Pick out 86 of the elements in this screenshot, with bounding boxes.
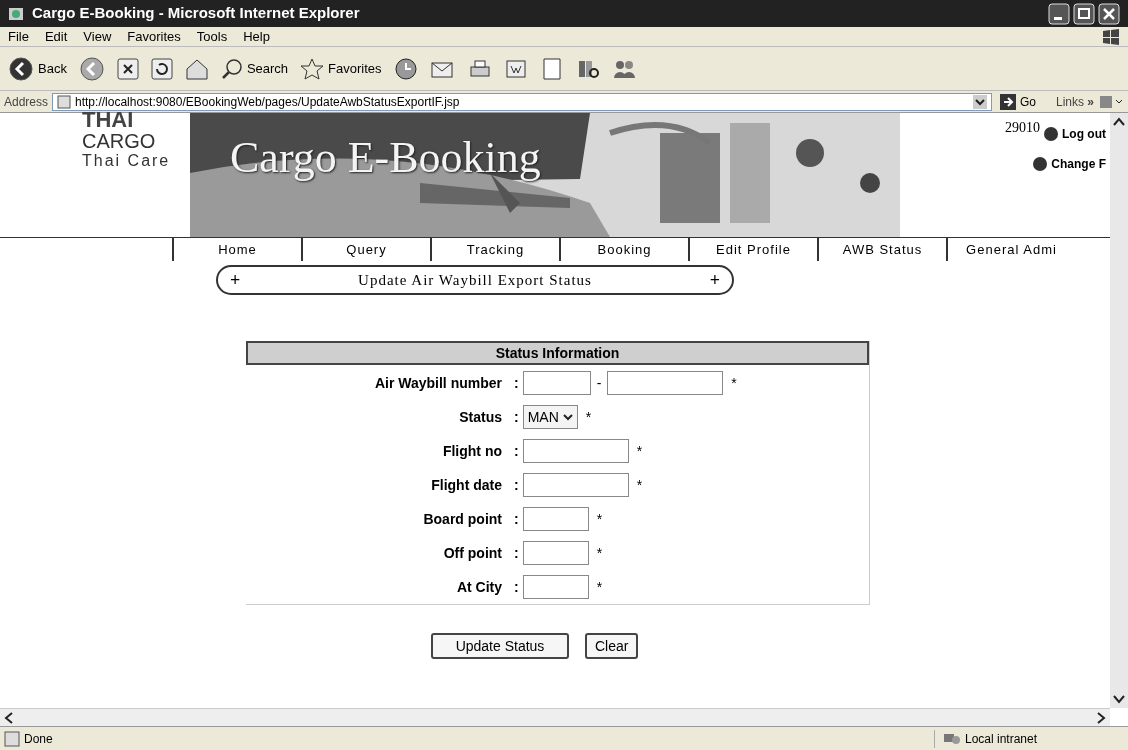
favorites-button[interactable]: Favorites [300,57,382,80]
go-arrow-icon [999,93,1016,110]
menu-item[interactable]: File [8,26,29,47]
field-label: Off point [442,543,503,563]
back-button[interactable]: Back [8,55,67,82]
required-mark: * [596,577,603,597]
nav-tab[interactable]: AWB Status [817,238,946,261]
minimize-icon[interactable] [1048,2,1070,25]
windows-logo-icon [1102,28,1120,45]
input-field[interactable] [522,541,589,565]
logo-text: Thai Care [82,153,171,169]
input-field[interactable] [607,371,724,395]
zone-text: Local intranet [965,730,1038,748]
chevron-down-icon [562,413,573,421]
logo-text: CARGO [82,131,156,151]
scroll-right-icon[interactable] [1096,711,1106,724]
colon: : [514,543,519,563]
go-button[interactable]: Go [995,92,1040,111]
required-mark: * [636,475,643,495]
page-icon [57,94,72,109]
section-header: Status Information [246,341,869,365]
menu-item[interactable]: View [83,26,112,47]
field-label: Air Waybill number [373,373,503,393]
colon: : [514,373,519,393]
required-mark: * [596,543,603,563]
colon: : [514,509,519,529]
update-status-button[interactable]: Update Status [431,633,569,659]
required-mark: * [636,441,643,461]
nav-tab[interactable]: Query [301,238,430,261]
status-text: Done [24,730,53,748]
status-select[interactable]: MAN [522,405,578,429]
menu-item[interactable]: Tools [196,26,228,47]
nav-tab[interactable]: General Admi [946,238,1075,261]
menu-item[interactable]: Help [243,26,270,47]
history-icon[interactable] [393,56,418,81]
field-label: At City [455,577,503,597]
input-field[interactable] [522,371,591,395]
field-label: Flight no [441,441,503,461]
scroll-up-icon[interactable] [1113,117,1125,127]
printer-icon[interactable] [467,57,492,80]
window-title: Cargo E-Booking - Microsoft Internet Explorer [32,3,360,24]
field-label: Status [458,407,503,427]
input-field[interactable] [522,575,589,599]
field-label: Flight date [430,475,503,495]
star-icon [300,57,325,80]
clear-button[interactable]: Clear [585,633,639,659]
scroll-left-icon[interactable] [4,711,14,724]
colon: : [514,441,519,461]
required-mark: * [596,509,603,529]
colon: : [514,577,519,597]
banner-title: Cargo E-Booking [230,132,541,184]
input-field[interactable] [522,507,589,531]
colon: : [514,407,519,427]
search-button[interactable]: Search [220,57,289,80]
plus-sign: + [230,268,241,292]
menu-item[interactable]: Edit [44,26,68,47]
browser-icon [8,5,24,22]
links-button[interactable]: Links » [1055,92,1094,111]
input-field[interactable] [522,439,629,463]
address-label: Address [4,93,49,111]
field-label: Board point [422,509,503,529]
home-icon[interactable] [184,57,209,80]
user-id: 29010 [1005,119,1040,137]
change-link[interactable]: Change F [1033,155,1106,173]
logo-text: THAI [82,109,134,131]
refresh-icon[interactable] [150,57,173,80]
required-mark: * [585,407,592,427]
menu-item[interactable]: Favorites [127,26,181,47]
input-field[interactable] [522,473,629,497]
required-mark: * [731,373,737,393]
nav-tab[interactable]: Tracking [430,238,559,261]
logout-link[interactable]: Log out [1044,125,1106,143]
stop-icon[interactable] [116,57,139,80]
search-icon [220,57,243,80]
nav-tab[interactable]: Home [172,238,301,261]
page-title: Update Air Waybill Export Status [357,270,593,290]
colon: : [514,475,519,495]
maximize-icon[interactable] [1073,2,1095,25]
close-icon[interactable] [1098,2,1120,25]
scroll-down-icon[interactable] [1113,694,1125,704]
network-icon [943,731,961,746]
dash: - [596,373,602,393]
nav-tab[interactable]: Booking [559,238,688,261]
plus-sign: + [709,268,720,292]
nav-tab[interactable]: Edit Profile [688,238,817,261]
address-field[interactable]: http://localhost:9080/EBookingWeb/pages/UpdateAwbStatusExportIF.jsp [52,92,992,111]
